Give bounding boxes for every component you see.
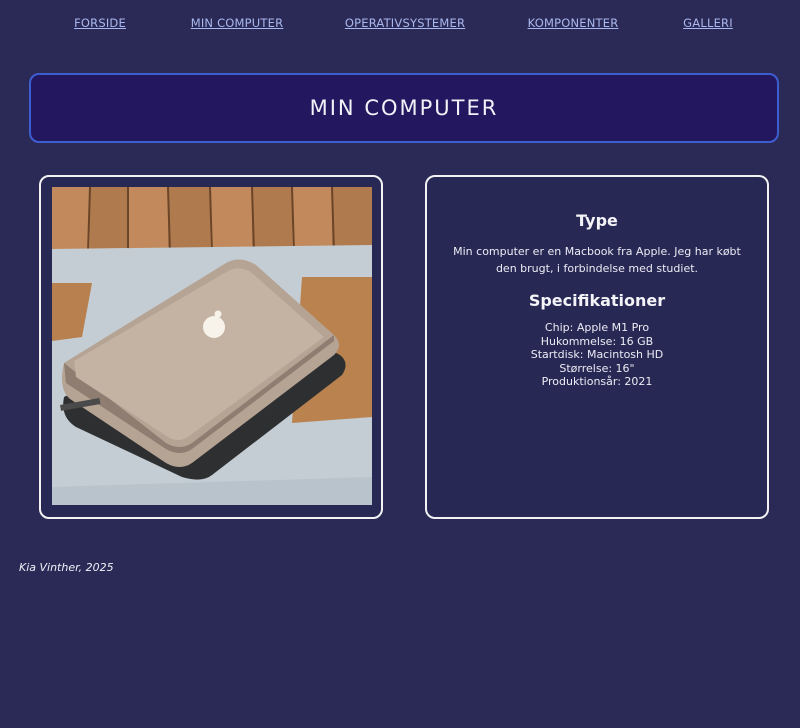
specifications-list: Chip: Apple M1 Pro Hukommelse: 16 GB Sta… (427, 321, 767, 389)
laptop-photo-graphic (52, 187, 372, 505)
nav-link-operativsystemer[interactable]: OPERATIVSYSTEMER (345, 16, 465, 30)
spec-item-startup-disk: Startdisk: Macintosh HD (530, 348, 664, 361)
page-title: MIN COMPUTER (309, 96, 499, 120)
nav-link-min-computer[interactable]: MIN COMPUTER (191, 16, 284, 30)
nav-link-forside[interactable]: FORSIDE (74, 16, 126, 30)
spec-item-memory: Hukommelse: 16 GB (540, 334, 654, 348)
spec-item-size: Størrelse: 16" (559, 361, 635, 375)
main-nav: FORSIDE MIN COMPUTER OPERATIVSYSTEMER KO… (0, 16, 800, 34)
spec-item-chip: Chip: Apple M1 Pro (544, 321, 650, 334)
page-banner: MIN COMPUTER (29, 73, 779, 143)
laptop-photo (52, 187, 372, 505)
nav-link-komponenter[interactable]: KOMPONENTER (528, 16, 619, 30)
type-heading: Type (576, 211, 618, 230)
footer-credit: Kia Vinther, 2025 (19, 561, 114, 574)
spec-item-production-year: Produktionsår: 2021 (541, 375, 653, 388)
type-description: Min computer er en Macbook fra Apple. Je… (453, 245, 741, 275)
image-card (39, 175, 383, 519)
nav-link-galleri[interactable]: GALLERI (683, 16, 733, 30)
info-card: Type Min computer er en Macbook fra Appl… (425, 175, 769, 519)
specifications-heading: Specifikationer (528, 291, 666, 310)
